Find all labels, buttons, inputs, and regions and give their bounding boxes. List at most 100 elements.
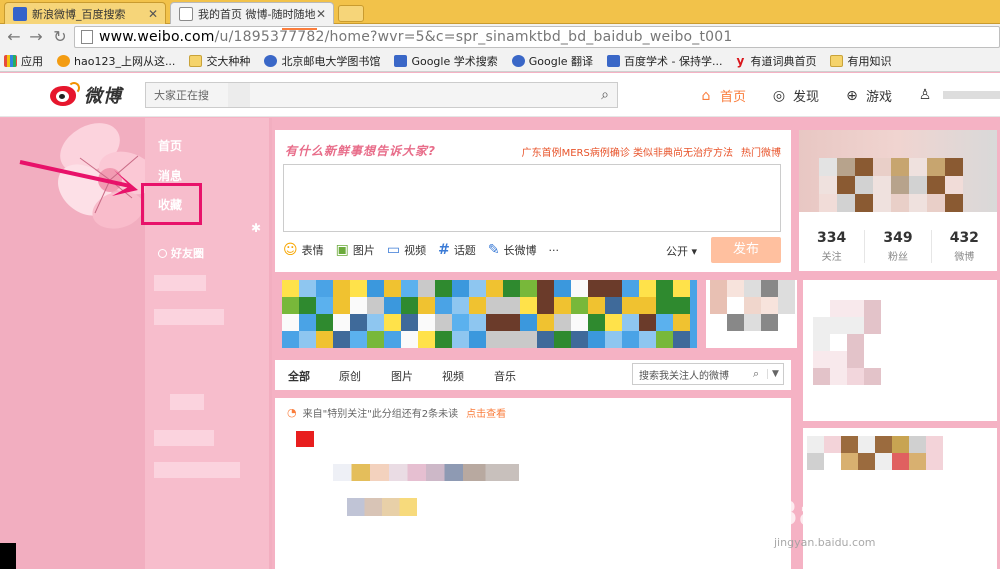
nav-discover[interactable]: ◎ 发现 — [770, 86, 819, 106]
blurred-post-text — [333, 464, 519, 481]
reload-icon[interactable]: ↻ — [50, 27, 70, 47]
tool-topic[interactable]: # 话题 — [438, 242, 476, 258]
circle-icon — [158, 248, 167, 258]
forward-icon[interactable]: → — [26, 27, 46, 47]
bookmark-baidu-scholar[interactable]: 百度学术 - 保持学... — [607, 53, 722, 69]
recommend-panel — [803, 280, 997, 421]
tab-weibo-home[interactable]: 我的首页 微博-随时随地分享 ✕ — [170, 2, 334, 25]
tab-original[interactable]: 原创 — [339, 368, 361, 384]
gear-icon[interactable]: ✱ — [251, 221, 261, 235]
baidu-jingyan-watermark: Baidu经验 jingyan.baidu.com — [772, 494, 957, 549]
ad-banner-side[interactable] — [706, 280, 797, 348]
avatar[interactable] — [296, 431, 314, 447]
tab-close-icon[interactable]: ✕ — [315, 7, 327, 21]
page-icon — [81, 30, 93, 44]
bookmark-bupt-library[interactable]: 北京邮电大学图书馆 — [264, 53, 380, 69]
special-follow-notice: ◔ 来自"特别关注"此分组还有2条未读 点击查看 — [287, 405, 507, 420]
tab-title: 新浪微博_百度搜索 — [32, 7, 126, 21]
publisher-tools: ☺ 表情 ▣ 图片 ▭ 视频 # 话题 ✎ 长微博 ··· — [283, 242, 571, 258]
tab-title: 我的首页 微博-随时随地分享 — [198, 8, 315, 21]
hot-topic-line: 广东首例MERS病例确诊 类似非典尚无治疗方法 热门微博 — [522, 144, 781, 159]
tool-video[interactable]: ▭ 视频 — [387, 242, 426, 258]
tool-long-weibo[interactable]: ✎ 长微博 — [488, 242, 537, 258]
tab-baidu-search[interactable]: 新浪微博_百度搜索 ✕ — [4, 2, 166, 24]
tab-close-icon[interactable]: ✕ — [147, 7, 159, 21]
image-icon: ▣ — [335, 242, 349, 258]
tab-music[interactable]: 音乐 — [494, 368, 516, 384]
leftnav-friends-circle[interactable]: 好友圈 — [158, 245, 204, 261]
paw-icon — [511, 54, 525, 67]
baidu-favicon-icon — [13, 6, 27, 21]
bookmark-youdao[interactable]: y 有道词典首页 — [736, 53, 816, 69]
nav-game[interactable]: ⊕ 游戏 — [843, 86, 892, 106]
hao123-icon — [57, 54, 70, 67]
blurred-group — [154, 462, 240, 478]
blurred-group — [170, 394, 204, 410]
profile-stats: 334 关注 349 粉丝 432 微博 — [799, 230, 997, 263]
bookmark-jiaoda[interactable]: 交大种种 — [189, 53, 250, 69]
home-icon: ⌂ — [701, 87, 711, 104]
post-textarea[interactable] — [283, 164, 781, 232]
info-icon: ◔ — [287, 406, 297, 419]
back-icon[interactable]: ← — [4, 27, 24, 47]
visibility-select[interactable]: 公开 ▾ — [666, 243, 697, 259]
tool-more[interactable]: ··· — [549, 244, 560, 257]
header-search-input[interactable]: 大家正在搜 ⌕ — [145, 82, 618, 108]
stat-posts[interactable]: 432 微博 — [932, 230, 997, 263]
nav-user[interactable]: ♙ — [916, 86, 1000, 104]
google-scholar-icon — [394, 54, 408, 67]
publish-button[interactable]: 发布 — [711, 237, 781, 263]
folder-icon — [189, 54, 203, 67]
bookmark-useful-knowledge[interactable]: 有用知识 — [830, 53, 891, 69]
weibo-logo[interactable]: 微博 — [50, 82, 122, 108]
browser-toolbar: ← → ↻ www.weibo.com/u/1895377782/home?wv… — [0, 24, 1000, 50]
leftnav-messages[interactable]: 消息 — [158, 167, 182, 184]
search-icon[interactable]: ⌕ — [753, 367, 767, 381]
stat-following[interactable]: 334 关注 — [799, 230, 866, 263]
new-tab-button[interactable] — [338, 5, 364, 22]
user-icon: ♙ — [918, 87, 932, 103]
globe-icon — [264, 54, 278, 67]
profile-card: 334 关注 349 粉丝 432 微博 — [799, 130, 997, 271]
bookmark-google-translate[interactable]: Google 翻译 — [511, 53, 593, 69]
chevron-down-icon[interactable]: ▼ — [767, 369, 783, 379]
page-favicon-icon — [179, 7, 193, 21]
edit-doc-icon: ✎ — [487, 242, 500, 258]
browser-tab-bar: 新浪微博_百度搜索 ✕ 我的首页 微博-随时随地分享 ✕ — [0, 0, 1000, 25]
bookmark-google-scholar[interactable]: Google 学术搜索 — [394, 53, 498, 69]
compass-icon: ◎ — [772, 87, 786, 104]
youdao-icon: y — [736, 53, 745, 68]
gamepad-icon: ⊕ — [846, 87, 858, 104]
folder-icon — [830, 54, 844, 67]
ad-banner[interactable] — [282, 280, 697, 348]
blurred-group — [154, 430, 214, 446]
search-placeholder: 大家正在搜 — [154, 89, 209, 102]
smiley-icon: ☺ — [283, 242, 298, 258]
weibo-header: 微博 大家正在搜 ⌕ ⌂ 首页 ◎ 发现 ⊕ 游戏 ♙ — [0, 73, 1000, 117]
hot-topic-link[interactable]: 广东首例MERS病例确诊 类似非典尚无治疗方法 — [522, 148, 733, 159]
feed-list: ◔ 来自"特别关注"此分组还有2条未读 点击查看 — [275, 398, 791, 569]
tool-picture[interactable]: ▣ 图片 — [336, 242, 375, 258]
tab-pictures[interactable]: 图片 — [391, 368, 413, 384]
address-bar[interactable]: www.weibo.com/u/1895377782/home?wvr=5&c=… — [74, 26, 1000, 48]
bookmark-apps[interactable]: 应用 — [4, 53, 43, 69]
stat-followers[interactable]: 349 粉丝 — [865, 230, 932, 263]
active-tab-underline — [282, 28, 317, 30]
blurred-group — [154, 275, 206, 291]
tab-videos[interactable]: 视频 — [442, 368, 464, 384]
apps-grid-icon — [4, 54, 17, 67]
nav-home[interactable]: ⌂ 首页 — [697, 86, 746, 106]
notice-link[interactable]: 点击查看 — [466, 405, 506, 420]
search-icon[interactable]: ⌕ — [593, 87, 617, 103]
blurred-post-text — [347, 498, 417, 516]
tab-all[interactable]: 全部 — [288, 368, 310, 384]
publisher-prompt: 有什么新鲜事想告诉大家? — [285, 144, 436, 158]
bookmark-hao123[interactable]: hao123_上网从这... — [57, 53, 175, 69]
hot-weibo-link[interactable]: 热门微博 — [741, 148, 781, 159]
leftnav-home[interactable]: 首页 — [158, 137, 182, 154]
url-text: www.weibo.com/u/1895377782/home?wvr=5&c=… — [99, 29, 733, 45]
bookmarks-bar: 应用 hao123_上网从这... 交大种种 北京邮电大学图书馆 Google … — [0, 50, 1000, 72]
feed-search-input[interactable]: 搜索我关注人的微博 ⌕ ▼ — [632, 363, 784, 385]
tool-emoji[interactable]: ☺ 表情 — [283, 242, 324, 258]
logo-text: 微博 — [84, 86, 122, 107]
